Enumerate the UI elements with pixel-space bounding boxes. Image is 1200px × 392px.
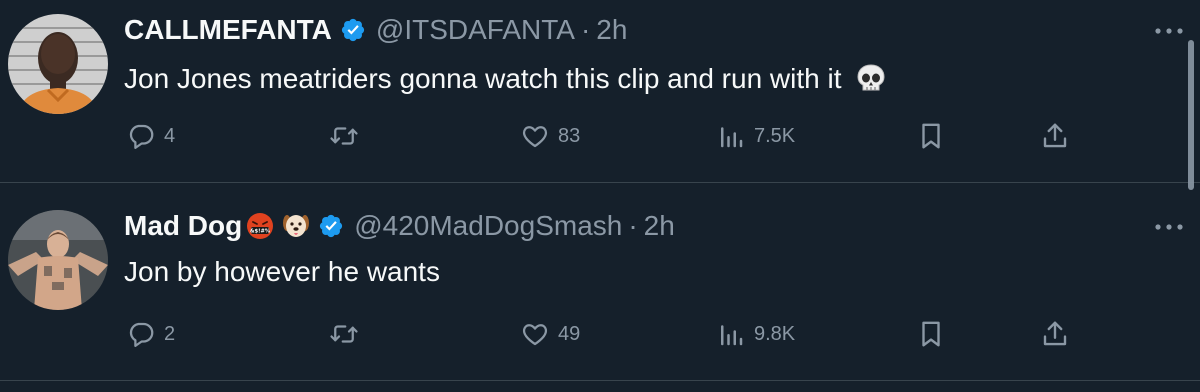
- views-count: 7.5K: [754, 124, 796, 147]
- views-count: 9.8K: [754, 322, 796, 345]
- retweet-icon: [328, 319, 360, 349]
- separator-dot: ·: [628, 210, 638, 241]
- divider: [0, 380, 1200, 381]
- reply-button[interactable]: 2: [126, 314, 175, 354]
- verified-badge-icon: [318, 213, 344, 239]
- user-handle[interactable]: @ITSDAFANTA: [376, 14, 575, 46]
- like-button[interactable]: 49: [520, 314, 580, 354]
- user-handle[interactable]: @420MadDogSmash: [354, 210, 622, 242]
- share-button[interactable]: [1040, 116, 1070, 156]
- tweet-body: Jon Jones meatriders gonna watch this cl…: [124, 63, 842, 94]
- cursing-face-emoji-icon: &$!#%: [246, 212, 274, 240]
- separator-dot: ·: [580, 14, 591, 45]
- reply-button[interactable]: 4: [126, 116, 175, 156]
- tweet-actions: 4 83 7.5K: [124, 116, 1084, 156]
- tweet[interactable]: CALLMEFANTA @ITSDAFANTA · 2h Jon Jones m…: [0, 0, 1200, 180]
- bookmark-button[interactable]: [916, 116, 946, 156]
- reply-count: 4: [164, 124, 176, 147]
- tweet-text: Jon by however he wants: [124, 256, 440, 288]
- tweet[interactable]: Mad Dog &$!#% @420MadDogSmash · 2h Jon b…: [0, 190, 1200, 370]
- views-button[interactable]: 9.8K: [716, 314, 795, 354]
- avatar[interactable]: [8, 14, 108, 114]
- share-icon: [1040, 121, 1070, 151]
- views-chart-icon: [716, 319, 746, 349]
- retweet-button[interactable]: [328, 314, 368, 354]
- more-options-icon[interactable]: [1152, 220, 1186, 234]
- retweet-icon: [328, 121, 360, 151]
- display-name[interactable]: CALLMEFANTA: [124, 14, 332, 46]
- like-button[interactable]: 83: [520, 116, 580, 156]
- reply-icon: [126, 121, 156, 151]
- timestamp[interactable]: 2h: [596, 14, 627, 46]
- like-count: 49: [558, 322, 581, 345]
- divider: [0, 182, 1200, 183]
- bookmark-button[interactable]: [916, 314, 946, 354]
- bookmark-icon: [916, 121, 946, 151]
- timeline: CALLMEFANTA @ITSDAFANTA · 2h Jon Jones m…: [0, 0, 1200, 392]
- retweet-button[interactable]: [328, 116, 368, 156]
- timestamp[interactable]: 2h: [644, 210, 675, 242]
- scrollbar[interactable]: [1188, 40, 1194, 190]
- skull-emoji-icon: [854, 62, 888, 96]
- more-options-icon[interactable]: [1152, 24, 1186, 38]
- tweet-text: Jon Jones meatriders gonna watch this cl…: [124, 62, 888, 96]
- tweet-actions: 2 49 9.8K: [124, 314, 1084, 354]
- heart-icon: [520, 319, 550, 349]
- heart-icon: [520, 121, 550, 151]
- tweet-header: Mad Dog &$!#% @420MadDogSmash · 2h: [124, 210, 675, 242]
- verified-badge-icon: [340, 17, 366, 43]
- svg-text:&$!#%: &$!#%: [250, 229, 271, 235]
- dog-face-emoji-icon: [282, 212, 310, 240]
- tweet-header: CALLMEFANTA @ITSDAFANTA · 2h: [124, 14, 627, 46]
- like-count: 83: [558, 124, 581, 147]
- reply-icon: [126, 319, 156, 349]
- tweet-body: Jon by however he wants: [124, 256, 440, 287]
- share-icon: [1040, 319, 1070, 349]
- views-button[interactable]: 7.5K: [716, 116, 795, 156]
- avatar[interactable]: [8, 210, 108, 310]
- share-button[interactable]: [1040, 314, 1070, 354]
- display-name[interactable]: Mad Dog: [124, 210, 242, 242]
- views-chart-icon: [716, 121, 746, 151]
- bookmark-icon: [916, 319, 946, 349]
- reply-count: 2: [164, 322, 176, 345]
